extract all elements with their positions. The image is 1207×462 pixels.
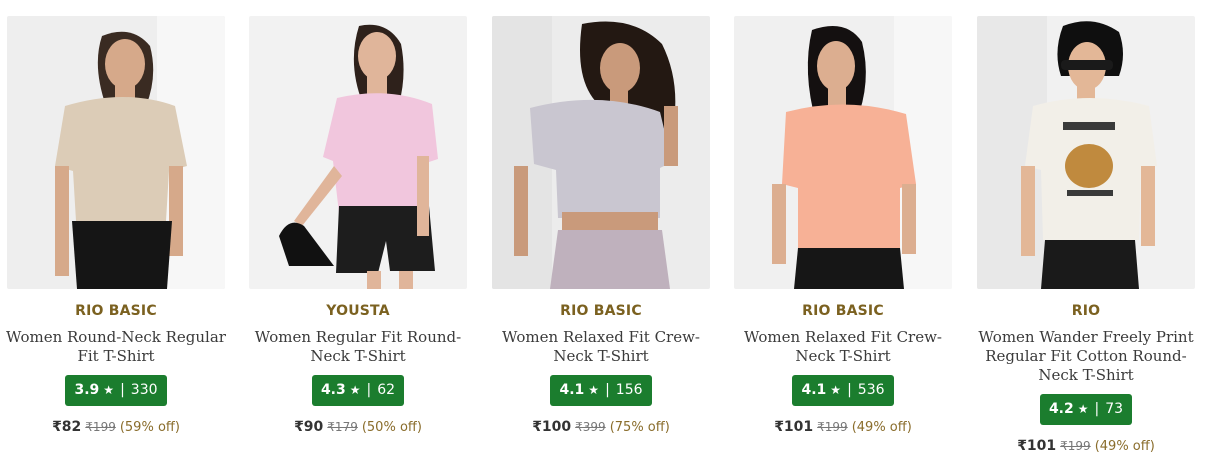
star-icon: ★	[349, 383, 361, 397]
review-count: 62	[377, 382, 396, 398]
brand-name: RIO BASIC	[560, 303, 642, 319]
brand-name: RIO BASIC	[75, 303, 157, 319]
product-grid: RIO BASIC Women Round-Neck Regular Fit T…	[0, 0, 1207, 462]
star-icon: ★	[103, 383, 115, 397]
product-card[interactable]: RIO BASIC Women Relaxed Fit Crew-Neck T-…	[492, 16, 710, 436]
sale-price: ₹100	[532, 419, 572, 435]
product-image[interactable]	[734, 16, 952, 289]
star-icon: ★	[1077, 402, 1089, 416]
rating-separator: |	[605, 382, 610, 398]
review-count: 156	[615, 382, 643, 398]
rating-score: 4.1	[801, 382, 827, 398]
original-price: ₹199	[85, 420, 116, 434]
rating-badge: 4.1 ★ | 156	[550, 375, 652, 406]
rating-separator: |	[366, 382, 372, 398]
original-price: ₹179	[327, 420, 358, 434]
sale-price: ₹82	[52, 419, 82, 435]
original-price: ₹199	[817, 420, 848, 434]
star-icon: ★	[830, 383, 842, 397]
brand-name: RIO BASIC	[802, 303, 884, 319]
rating-separator: |	[847, 382, 852, 398]
discount-text: (75% off)	[609, 420, 670, 435]
rating-badge: 3.9 ★ | 330	[65, 375, 167, 406]
brand-name: YOUSTA	[326, 303, 390, 319]
product-card[interactable]: RIO Women Wander Freely Print Regular Fi…	[977, 16, 1195, 455]
product-title[interactable]: Women Wander Freely Print Regular Fit Co…	[971, 328, 1201, 385]
price-row: ₹101 ₹199 (49% off)	[1017, 438, 1155, 455]
price-row: ₹101 ₹199 (49% off)	[774, 419, 912, 436]
discount-text: (59% off)	[119, 420, 180, 435]
review-count: 330	[130, 382, 158, 398]
discount-text: (49% off)	[851, 420, 912, 435]
product-card[interactable]: YOUSTA Women Regular Fit Round-Neck T-Sh…	[249, 16, 467, 436]
product-card[interactable]: RIO BASIC Women Round-Neck Regular Fit T…	[6, 16, 226, 436]
rating-badge: 4.3 ★ | 62	[311, 375, 405, 406]
star-icon: ★	[588, 383, 600, 397]
sale-price: ₹101	[1017, 438, 1057, 454]
original-price: ₹399	[575, 420, 606, 434]
price-row: ₹100 ₹399 (75% off)	[532, 419, 670, 436]
rating-separator: |	[120, 382, 125, 398]
rating-score: 4.1	[559, 382, 585, 398]
rating-badge: 4.1 ★ | 536	[792, 375, 894, 406]
product-image[interactable]	[7, 16, 225, 289]
product-title[interactable]: Women Relaxed Fit Crew-Neck T-Shirt	[486, 328, 716, 366]
product-card[interactable]: RIO BASIC Women Relaxed Fit Crew-Neck T-…	[734, 16, 952, 436]
rating-separator: |	[1094, 401, 1100, 417]
rating-score: 3.9	[74, 382, 100, 398]
product-title[interactable]: Women Round-Neck Regular Fit T-Shirt	[1, 328, 231, 366]
sale-price: ₹90	[294, 419, 324, 435]
sale-price: ₹101	[774, 419, 814, 435]
discount-text: (50% off)	[361, 420, 422, 435]
rating-badge: 4.2 ★ | 73	[1039, 394, 1133, 425]
product-title[interactable]: Women Relaxed Fit Crew-Neck T-Shirt	[728, 328, 958, 366]
product-image[interactable]	[249, 16, 467, 289]
price-row: ₹82 ₹199 (59% off)	[52, 419, 180, 436]
product-image[interactable]	[492, 16, 710, 289]
rating-score: 4.3	[320, 382, 346, 398]
review-count: 73	[1105, 401, 1124, 417]
rating-score: 4.2	[1048, 401, 1074, 417]
product-title[interactable]: Women Regular Fit Round-Neck T-Shirt	[243, 328, 473, 366]
brand-name: RIO	[1071, 303, 1101, 319]
price-row: ₹90 ₹179 (50% off)	[294, 419, 422, 436]
product-image[interactable]	[977, 16, 1195, 289]
review-count: 536	[857, 382, 885, 398]
discount-text: (49% off)	[1094, 439, 1155, 454]
original-price: ₹199	[1060, 439, 1091, 453]
